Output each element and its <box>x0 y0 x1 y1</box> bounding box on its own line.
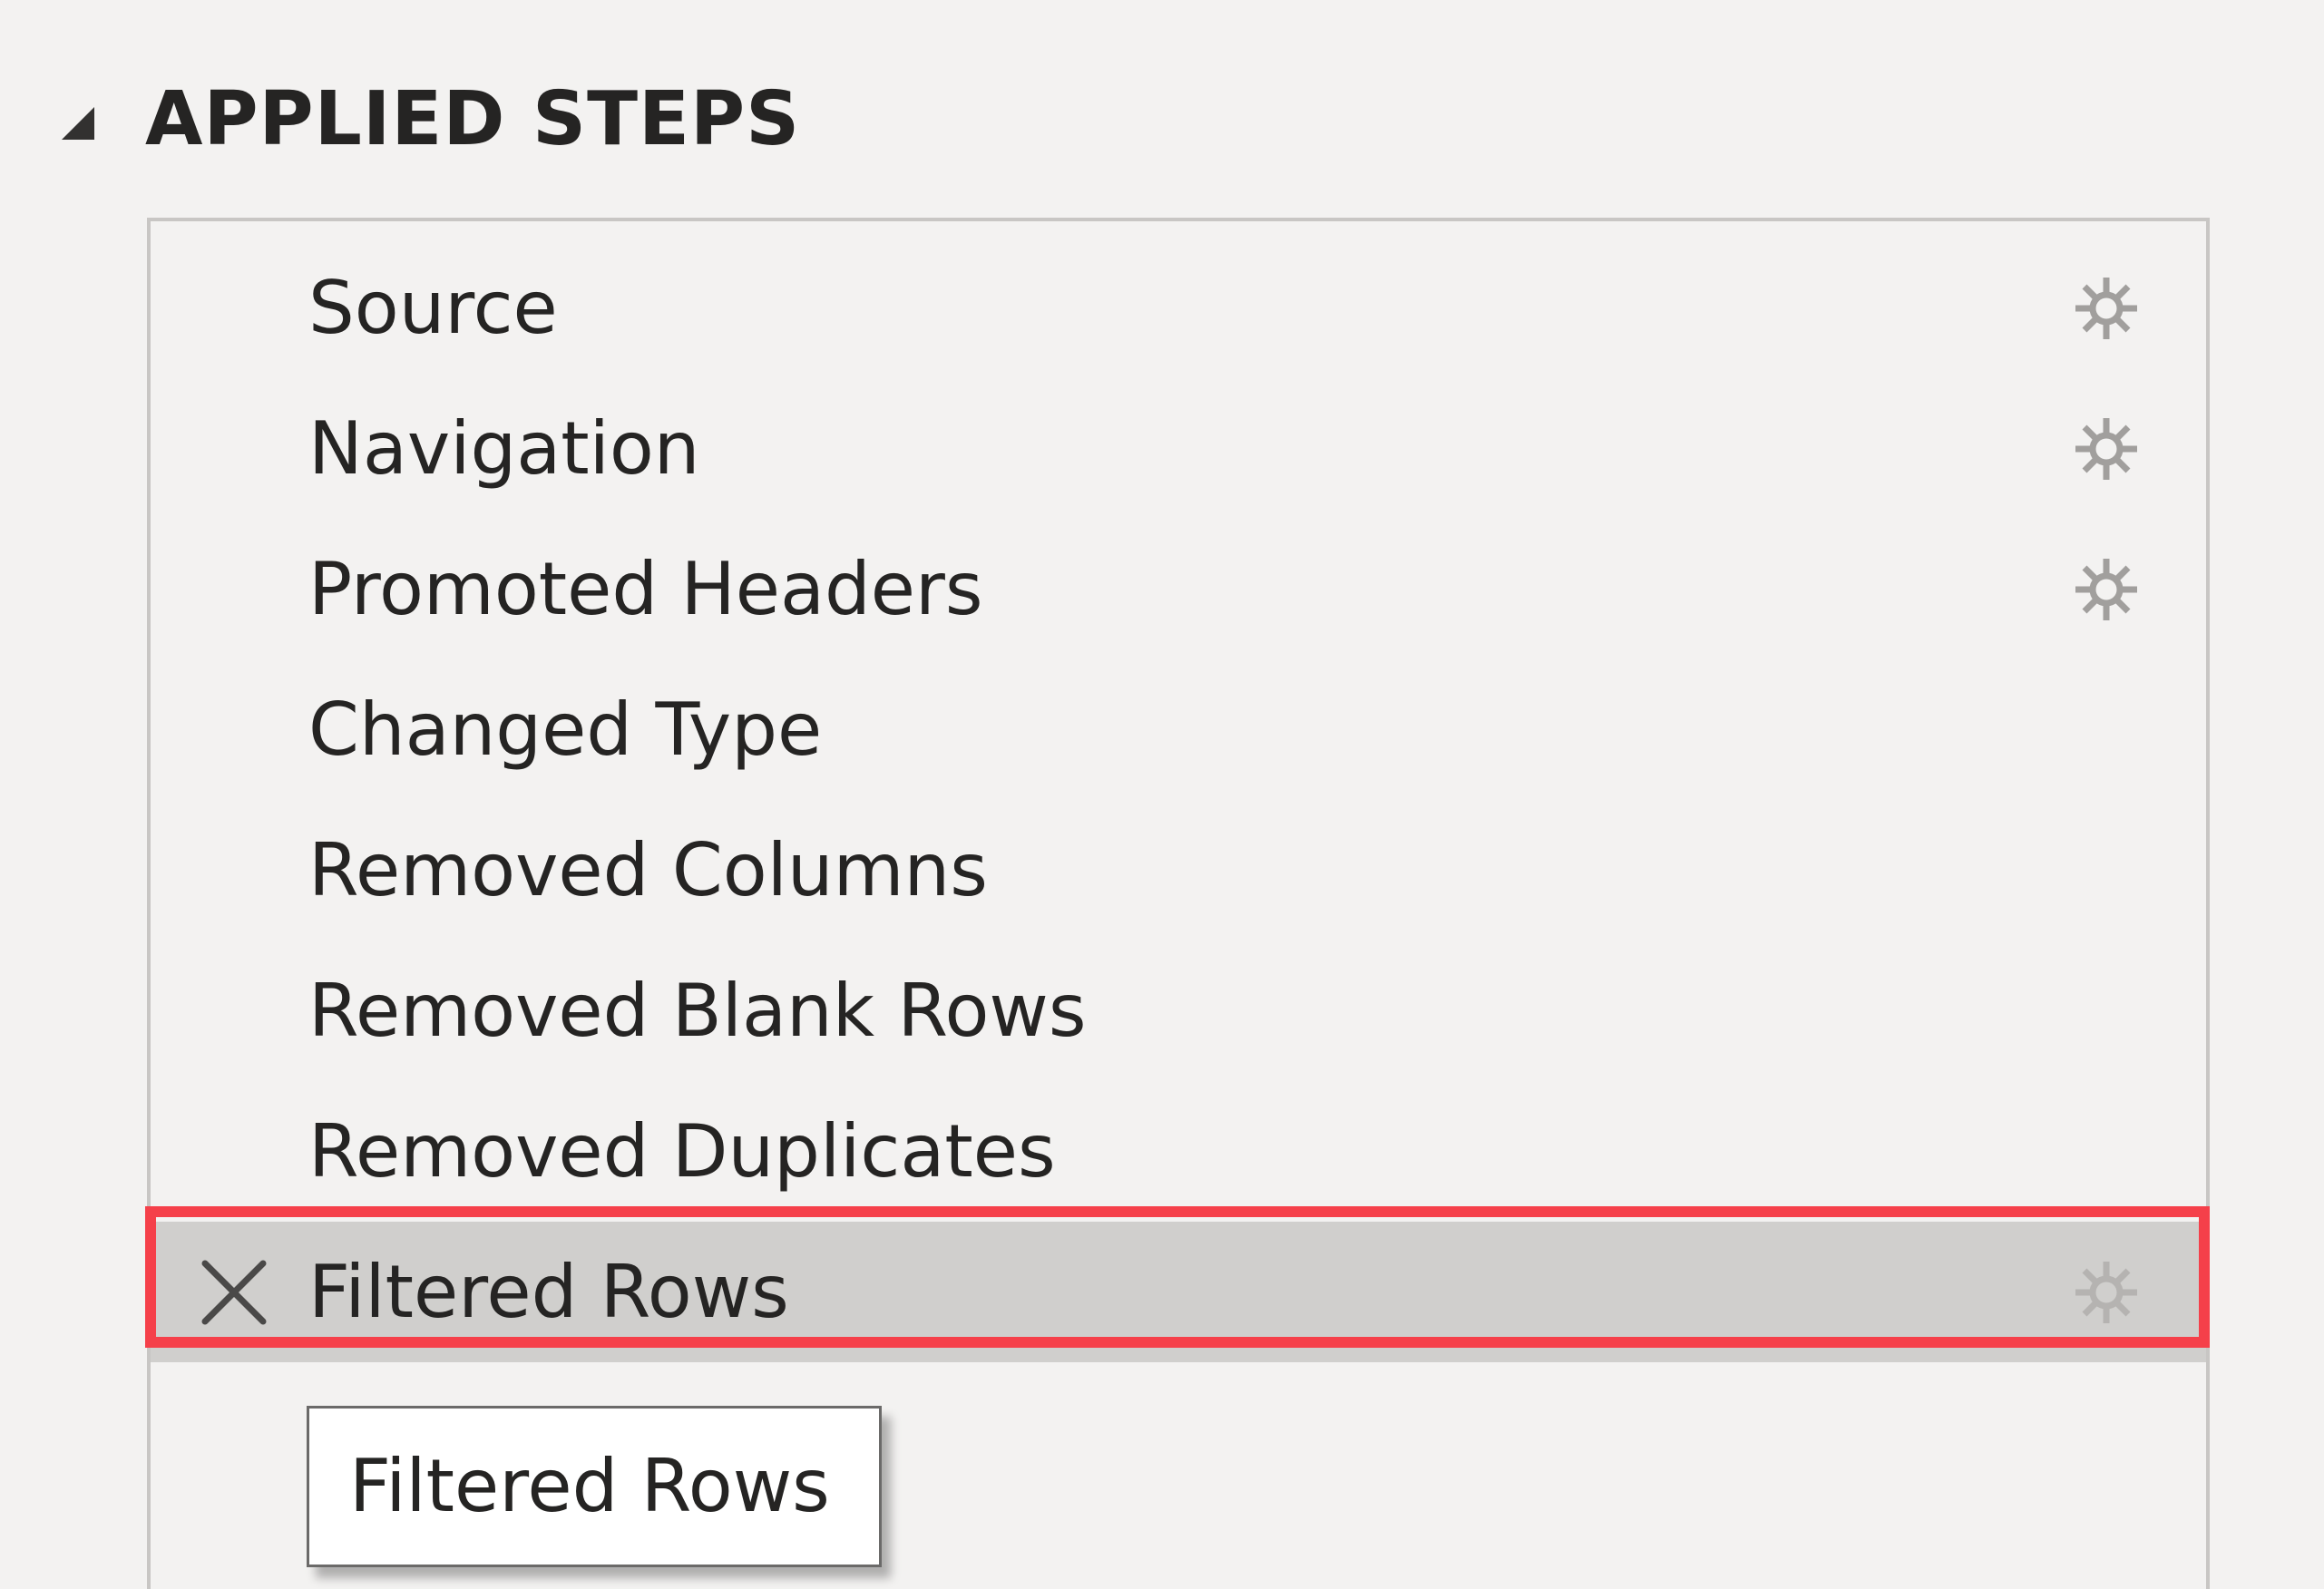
delete-step-icon[interactable] <box>196 1254 272 1331</box>
gear-icon[interactable] <box>2068 270 2144 346</box>
step-promoted-headers[interactable]: Promoted Headers <box>151 519 2206 659</box>
gear-icon[interactable] <box>2068 551 2144 628</box>
step-label[interactable]: Removed Blank Rows <box>308 941 1087 1081</box>
step-label[interactable]: Promoted Headers <box>308 519 983 659</box>
step-changed-type[interactable]: Changed Type <box>151 659 2206 800</box>
step-removed-columns[interactable]: Removed Columns <box>151 800 2206 941</box>
step-label[interactable]: Removed Duplicates <box>308 1081 1056 1222</box>
step-removed-blank-rows[interactable]: Removed Blank Rows <box>151 941 2206 1081</box>
step-source[interactable]: Source <box>151 238 2206 378</box>
step-label[interactable]: Removed Columns <box>308 800 988 941</box>
collapse-toggle[interactable] <box>54 71 109 180</box>
step-filtered-rows[interactable]: Filtered Rows <box>151 1222 2206 1362</box>
step-navigation[interactable]: Navigation <box>151 378 2206 519</box>
step-label[interactable]: Changed Type <box>308 659 822 800</box>
step-tooltip: Filtered Rows <box>307 1406 882 1567</box>
step-label[interactable]: Source <box>308 238 558 378</box>
step-removed-duplicates[interactable]: Removed Duplicates <box>151 1081 2206 1222</box>
step-label[interactable]: Filtered Rows <box>308 1222 789 1362</box>
applied-steps-pane: APPLIED STEPS Source Navigation Promoted… <box>0 0 2324 1589</box>
section-title: APPLIED STEPS <box>145 76 801 162</box>
triangle-collapse-icon <box>62 107 94 140</box>
gear-icon[interactable] <box>2068 411 2144 487</box>
step-label[interactable]: Navigation <box>308 378 699 519</box>
applied-steps-list: Source Navigation Promoted Headers Chang… <box>147 218 2210 1589</box>
gear-icon[interactable] <box>2068 1254 2144 1331</box>
